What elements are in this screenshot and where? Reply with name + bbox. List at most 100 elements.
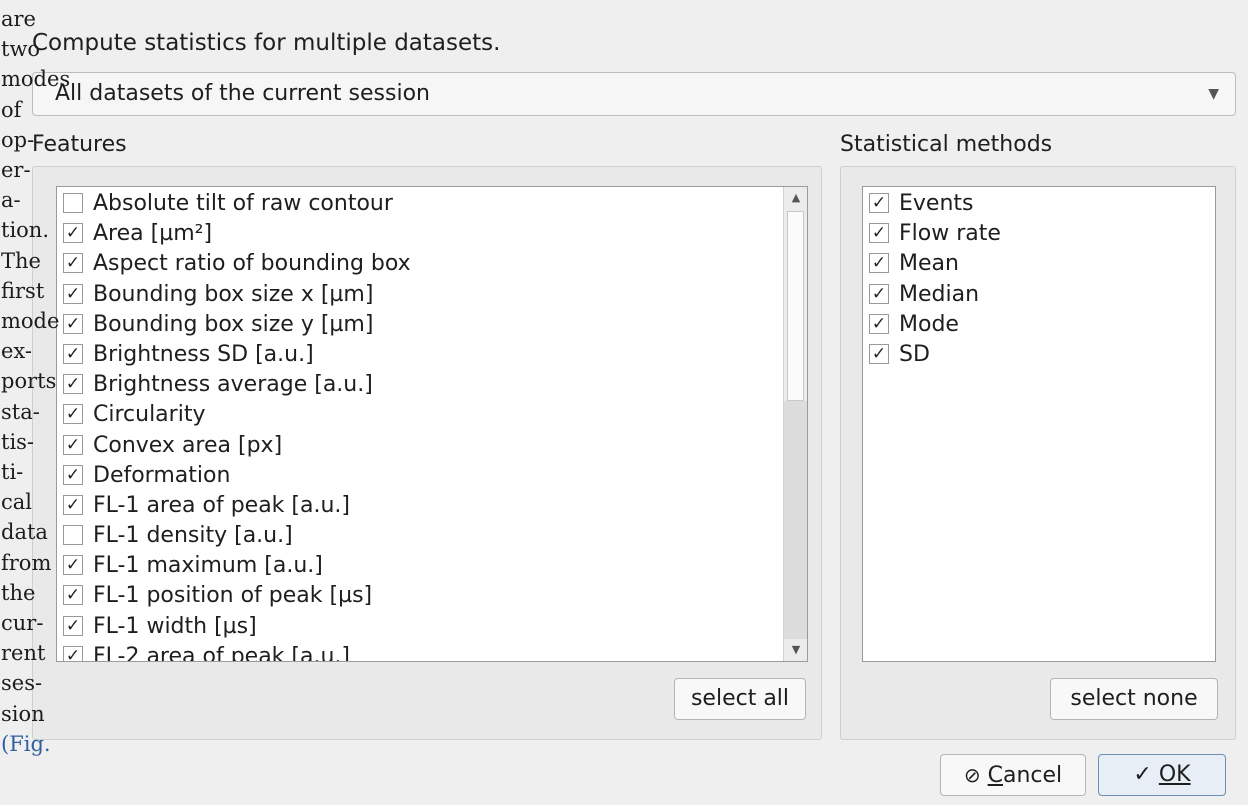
checkbox[interactable]: ✓ [869,343,889,364]
checkbox[interactable]: ✓ [63,464,83,485]
feature-item-label: Bounding box size x [µm] [93,281,374,307]
feature-item[interactable]: ✓ Area [µm²] [57,219,807,249]
scrollbar-track[interactable] [784,401,807,639]
checkbox[interactable]: ✓ [63,343,83,364]
method-item[interactable]: ✓ Flow rate [863,219,1215,249]
feature-item-label: FL-1 maximum [a.u.] [93,553,323,579]
checkbox[interactable]: ✓ [63,615,83,636]
method-item-label: Events [899,191,974,216]
features-scrollbar[interactable]: ▲ ▼ [783,187,807,661]
checkbox[interactable]: ✓ [63,223,83,244]
checkbox[interactable]: ✓ [869,253,889,274]
feature-item[interactable]: Absolute tilt of raw contour [57,189,807,219]
select-all-button[interactable]: select all [674,678,806,720]
checkbox[interactable]: ✓ [869,313,889,334]
feature-item[interactable]: ✓ FL-1 maximum [a.u.] [57,551,807,581]
methods-label: Statistical methods [840,132,1053,157]
cancel-button[interactable]: ⊘ Cancel [940,754,1086,796]
feature-item-label: Area [µm²] [93,221,213,247]
ok-label: OK [1158,762,1191,787]
feature-item[interactable]: ✓ Bounding box size x [µm] [57,280,807,310]
dialog-heading: Compute statistics for multiple datasets… [32,30,501,56]
feature-item-label: Bounding box size y [µm] [93,311,374,337]
document-text-line: cal [1,490,32,515]
document-text-line: first [1,278,45,303]
document-text-line: ports [1,369,57,394]
feature-item[interactable]: ✓ Circularity [57,400,807,430]
feature-item[interactable]: ✓ FL-1 area of peak [a.u.] [57,491,807,521]
document-text-line: are [1,7,36,31]
checkbox[interactable]: ✓ [63,313,83,334]
feature-item[interactable]: FL-1 density [a.u.] [57,521,807,551]
feature-item-label: FL-1 density [a.u.] [93,523,293,549]
scroll-up-arrow-icon[interactable]: ▲ [784,187,807,209]
feature-item[interactable]: ✓ FL-1 width [µs] [57,612,807,642]
feature-item-label: FL-1 width [µs] [93,613,257,639]
method-item[interactable]: ✓ Mode [863,310,1215,340]
document-text-line: the [1,580,36,605]
feature-item[interactable]: ✓ Brightness SD [a.u.] [57,340,807,370]
scroll-down-arrow-icon[interactable]: ▼ [784,639,807,661]
document-text-line: ses- [1,671,43,696]
checkmark-icon: ✓ [1133,762,1152,787]
method-item-label: SD [899,341,930,367]
method-item[interactable]: ✓ Mean [863,249,1215,279]
checkbox[interactable]: ✓ [869,193,889,213]
checkbox[interactable]: ✓ [63,404,83,425]
feature-item-label: Convex area [px] [93,432,283,458]
document-text-line: The [1,248,41,273]
checkbox[interactable]: ✓ [63,374,83,395]
checkbox[interactable]: ✓ [63,434,83,455]
feature-item-label: FL-1 area of peak [a.u.] [93,492,350,518]
ok-button[interactable]: ✓ OK [1098,754,1226,796]
method-item-label: Flow rate [899,221,1001,247]
feature-item[interactable]: ✓ Bounding box size y [µm] [57,310,807,340]
feature-item[interactable]: ✓ FL-2 area of peak [a.u.] [57,642,807,662]
feature-item-label: Aspect ratio of bounding box [93,251,411,277]
features-list[interactable]: Absolute tilt of raw contour ✓ Area [µm²] ✓… [56,186,808,662]
feature-item[interactable]: ✓ Convex area [px] [57,431,807,461]
document-text-line: from [1,550,52,575]
feature-item[interactable]: ✓ FL-1 position of peak [µs] [57,581,807,611]
document-text-line: sta- [1,399,40,424]
checkbox[interactable]: ✓ [63,253,83,274]
feature-item-label: Brightness SD [a.u.] [93,341,314,367]
method-item-label: Median [899,281,980,307]
checkbox[interactable]: ✓ [63,494,83,515]
feature-item-label: Absolute tilt of raw contour [93,191,393,216]
checkbox[interactable]: ✓ [63,283,83,304]
methods-list[interactable]: ✓ Events ✓ Flow rate ✓ Mean ✓ Median ✓ Mode ✓ SD [862,186,1216,662]
checkbox[interactable]: ✓ [63,645,83,661]
document-text-line: er- [1,158,31,183]
checkbox[interactable]: ✓ [869,223,889,244]
checkbox[interactable] [63,193,83,213]
cancel-circle-icon: ⊘ [963,763,981,787]
feature-item[interactable]: ✓ Aspect ratio of bounding box [57,249,807,279]
figure-reference-link[interactable]: (Fig. [1,729,57,759]
select-none-button[interactable]: select none [1050,678,1218,720]
document-text-line: ti- [1,460,24,485]
cancel-label: Cancel [987,763,1063,788]
checkbox[interactable]: ✓ [63,585,83,606]
checkbox[interactable] [63,525,83,546]
document-text-line: sion [1,701,45,726]
feature-item[interactable]: ✓ Brightness average [a.u.] [57,370,807,400]
feature-item-label: FL-2 area of peak [a.u.] [93,643,350,662]
document-text-line: tion. [1,218,49,243]
method-item[interactable]: ✓ SD [863,340,1215,370]
feature-item-label: Brightness average [a.u.] [93,372,373,398]
method-item-label: Mode [899,311,959,337]
document-text-line: op- [1,127,35,152]
document-text-line: cur- [1,611,44,636]
scrollbar-thumb[interactable] [787,211,804,401]
dropdown-arrow-icon[interactable]: ▼ [1208,73,1219,115]
feature-item-label: FL-1 position of peak [µs] [93,583,373,609]
checkbox[interactable]: ✓ [63,555,83,576]
dataset-source-combobox[interactable]: All datasets of the current session ▼ [32,72,1236,116]
feature-item[interactable]: ✓ Deformation [57,461,807,491]
method-item[interactable]: ✓ Events [863,189,1215,219]
document-text-line: two [1,37,41,62]
method-item[interactable]: ✓ Median [863,280,1215,310]
document-text-line: a- [1,188,21,213]
checkbox[interactable]: ✓ [869,283,889,304]
